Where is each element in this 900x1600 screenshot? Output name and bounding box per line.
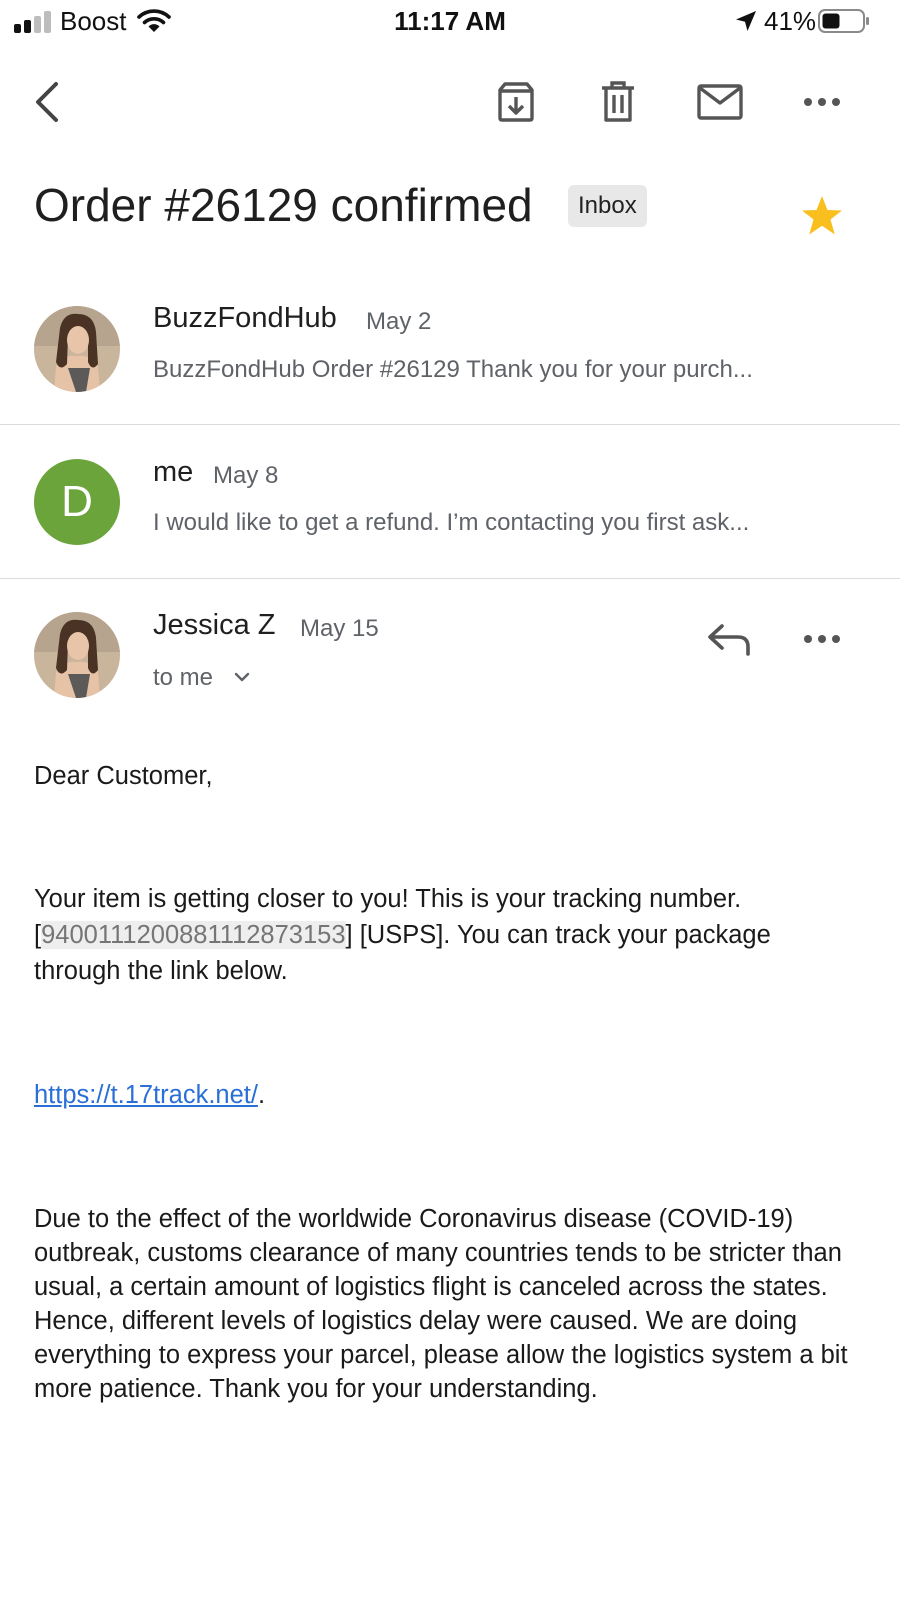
sender-avatar [34,306,120,392]
chevron-down-icon[interactable] [234,671,250,683]
tracking-number[interactable]: 9400111200881112873153 [41,921,346,949]
mark-unread-icon[interactable] [696,82,744,122]
avatar-photo [34,612,120,698]
collapsed-message[interactable]: BuzzFondHub May 2 BuzzFondHub Order #261… [0,278,900,425]
message-date: May 8 [213,462,279,489]
location-icon [736,11,756,31]
message-date: May 2 [366,308,432,335]
message-date: May 15 [300,615,379,642]
sender-avatar: D [34,459,120,545]
tracking-paragraph: Your item is getting closer to you! This… [34,881,864,989]
message-snippet: I would like to get a refund. I’m contac… [153,509,750,536]
email-screen: Boost 11:17 AM 41% Order #26129 confirme… [0,0,900,1600]
email-subject: Order #26129 confirmed [34,179,533,231]
status-bar: Boost 11:17 AM 41% [0,0,900,46]
sender-avatar [34,612,120,698]
avatar-photo [34,306,120,392]
star-icon[interactable] [800,194,844,238]
back-icon[interactable] [28,78,66,126]
battery-percent: 41% [764,6,817,36]
sender-name: BuzzFondHub [153,302,337,334]
more-options-icon[interactable] [800,90,844,114]
sender-name: me [153,456,194,488]
tracking-link[interactable]: https://t.17track.net/ [34,1081,258,1109]
archive-icon[interactable] [494,80,538,124]
sender-name: Jessica Z [153,609,276,641]
delete-icon[interactable] [598,80,638,124]
link-suffix: . [257,1081,266,1109]
covid-paragraph: Due to the effect of the worldwide Coron… [34,1205,848,1403]
battery-icon [818,9,869,33]
collapsed-message[interactable]: D me May 8 I would like to get a refund.… [0,425,900,579]
link-line: https://t.17track.net/. [34,1077,864,1113]
message-snippet: BuzzFondHub Order #26129 Thank you for y… [153,356,753,383]
email-greeting: Dear Customer, [34,762,213,790]
expanded-message-header: Jessica Z May 15 to me [0,579,900,719]
message-more-icon[interactable] [800,627,844,651]
reply-icon[interactable] [706,621,752,657]
recipient-details[interactable]: to me [153,664,213,692]
inbox-label[interactable]: Inbox [568,185,647,227]
